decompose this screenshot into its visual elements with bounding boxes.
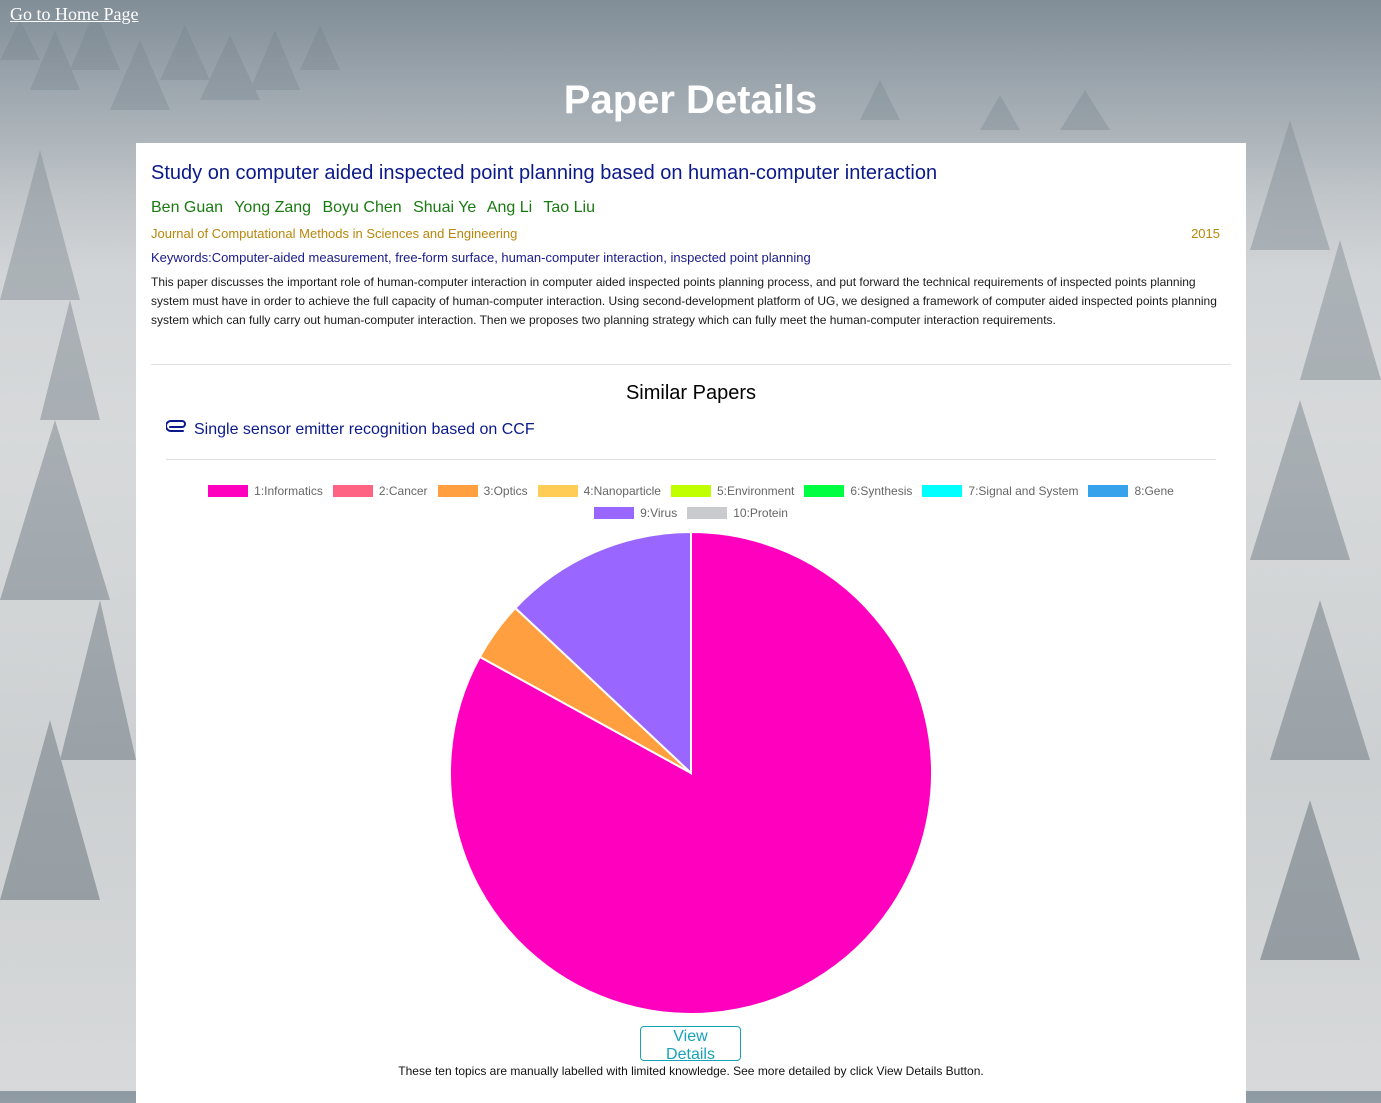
legend-item[interactable]: 7:Signal and System <box>922 483 1078 499</box>
legend-swatch <box>670 485 711 497</box>
legend-item[interactable]: 3:Optics <box>437 483 528 499</box>
similar-paper-title[interactable]: Single sensor emitter recognition based … <box>194 421 535 439</box>
paper-title[interactable]: Study on computer aided inspected point … <box>151 162 937 185</box>
legend-swatch <box>922 485 963 497</box>
legend-item[interactable]: 4:Nanoparticle <box>537 483 661 499</box>
author-name[interactable]: Ben Guan <box>151 199 223 216</box>
legend-label: 8:Gene <box>1134 484 1174 498</box>
paperclip-icon <box>166 420 186 432</box>
legend-swatch <box>208 485 249 497</box>
similar-paper-item[interactable]: Single sensor emitter recognition based … <box>166 420 535 439</box>
legend-label: 3:Optics <box>483 484 528 498</box>
legend-label: 6:Synthesis <box>850 484 913 498</box>
legend-item[interactable]: 6:Synthesis <box>804 483 912 499</box>
legend-swatch <box>804 485 845 497</box>
chart-legend: 1:Informatics 2:Cancer 3:Optics 4:Nanoparti… <box>176 483 1206 521</box>
paper-details-card: Study on computer aided inspected point … <box>136 143 1246 1103</box>
legend-item[interactable]: 2:Cancer <box>332 483 428 499</box>
home-page-link[interactable]: Go to Home Page <box>10 4 138 25</box>
legend-swatch <box>1088 485 1129 497</box>
author-name[interactable]: Shuai Ye <box>413 199 476 216</box>
legend-item[interactable]: 9:Virus <box>594 505 677 521</box>
keywords: Keywords:Computer-aided measurement, fre… <box>151 250 811 265</box>
journal-name: Journal of Computational Methods in Scie… <box>151 226 518 241</box>
author-list: Ben Guan Yong Zang Boyu Chen Shuai Ye An… <box>151 199 602 217</box>
legend-item[interactable]: 8:Gene <box>1088 483 1174 499</box>
legend-label: 2:Cancer <box>378 484 428 498</box>
author-name[interactable]: Yong Zang <box>234 199 311 216</box>
author-name[interactable]: Boyu Chen <box>322 199 401 216</box>
author-name[interactable]: Tao Liu <box>543 199 595 216</box>
similar-papers-heading: Similar Papers <box>625 382 757 404</box>
abstract: This paper discusses the important role … <box>151 275 1217 327</box>
legend-label: 4:Nanoparticle <box>583 484 661 498</box>
legend-swatch <box>687 507 728 519</box>
legend-swatch <box>594 507 635 519</box>
legend-label: 5:Environment <box>716 484 795 498</box>
topic-pie-chart <box>449 530 933 1015</box>
legend-item[interactable]: 1:Informatics <box>208 483 323 499</box>
legend-label: 9:Virus <box>640 506 678 520</box>
legend-label: 10:Protein <box>733 506 788 520</box>
topics-note: These ten topics are manually labelled w… <box>398 1064 984 1078</box>
legend-swatch <box>437 485 478 497</box>
page-title: Paper Details <box>563 78 818 122</box>
legend-swatch <box>537 485 578 497</box>
legend-label: 1:Informatics <box>254 484 323 498</box>
legend-item[interactable]: 5:Environment <box>670 483 795 499</box>
author-name[interactable]: Ang Li <box>487 199 532 216</box>
view-details-button[interactable]: View Details <box>640 1026 741 1063</box>
legend-swatch <box>332 485 373 497</box>
legend-label: 7:Signal and System <box>968 484 1079 498</box>
publication-year: 2015 <box>1191 226 1220 241</box>
section-divider <box>151 364 1231 365</box>
section-divider <box>166 459 1216 460</box>
legend-item[interactable]: 10:Protein <box>687 505 788 521</box>
